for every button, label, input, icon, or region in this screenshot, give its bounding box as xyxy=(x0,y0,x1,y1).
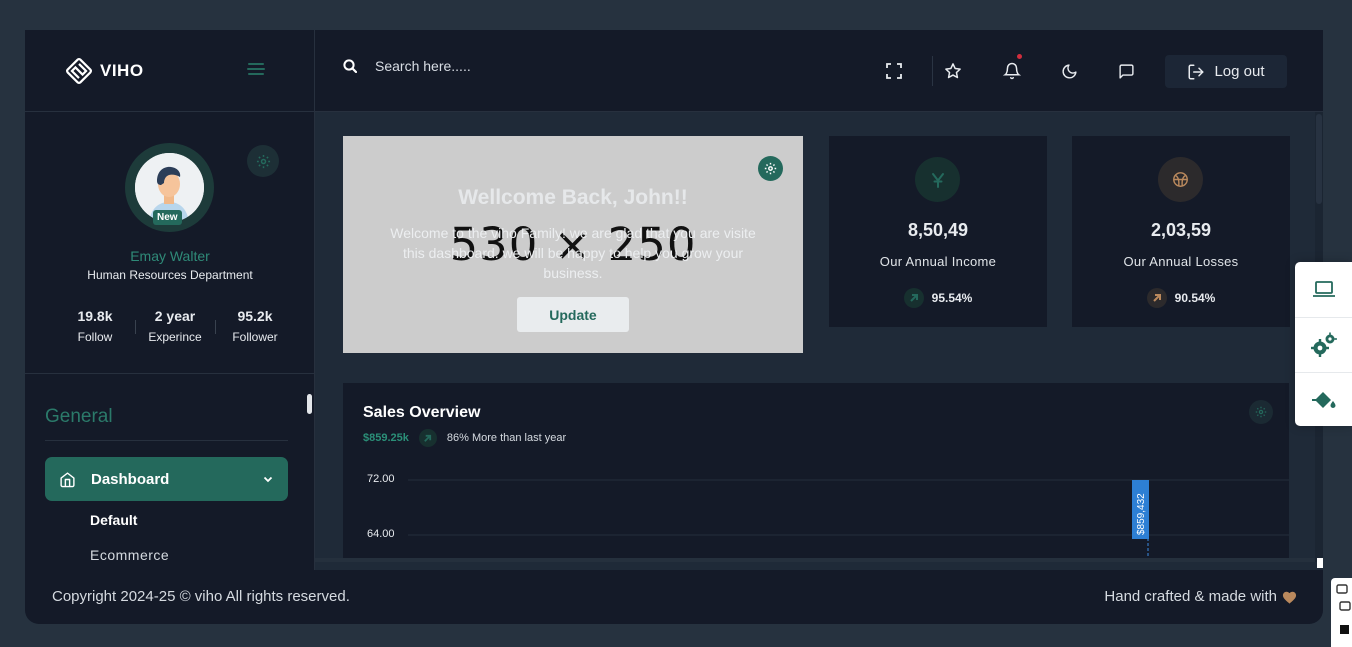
horizontal-scrollbar[interactable] xyxy=(315,558,1323,562)
menu-toggle-icon[interactable] xyxy=(247,63,265,79)
profile-name[interactable]: Emay Walter xyxy=(25,248,314,264)
chat-icon[interactable] xyxy=(1115,60,1137,82)
sidebar-item-dashboard[interactable]: Dashboard xyxy=(45,457,288,501)
stat-experience: 2 year Experince xyxy=(135,308,215,344)
star-icon[interactable] xyxy=(942,60,964,82)
card-percentage: 95.54% xyxy=(829,288,1047,308)
main-content: Wellcome Back, John!! 530 × 250 Welcome … xyxy=(315,112,1323,562)
sidebar-item-label: Dashboard xyxy=(91,470,170,488)
marker-label: $859,432 xyxy=(1136,493,1147,535)
card-label: Our Annual Losses xyxy=(1123,254,1239,269)
arrow-up-right-icon xyxy=(903,288,924,308)
welcome-title: Wellcome Back, John!! xyxy=(458,186,688,209)
gears-icon[interactable] xyxy=(1295,317,1352,371)
logo-icon xyxy=(66,58,92,84)
logout-label: Log out xyxy=(1214,63,1265,80)
header-divider xyxy=(932,56,933,86)
scrollbar-thumb[interactable] xyxy=(1316,114,1322,204)
basketball-icon xyxy=(1158,157,1203,202)
stat-follower: 95.2k Follower xyxy=(215,308,295,344)
card-value: 2,03,59 xyxy=(1150,220,1212,240)
footer-credit: Hand crafted & made with xyxy=(1104,588,1297,605)
search-input[interactable] xyxy=(375,58,575,74)
sidebar-scrollbar[interactable] xyxy=(307,394,312,414)
sidebar-subitem-ecommerce[interactable]: Ecommerce xyxy=(90,547,169,563)
card-label: Our Annual Income xyxy=(879,254,997,269)
sales-overview-card: Sales Overview $859.25k 86% More than la… xyxy=(343,383,1289,562)
y-tick-label: 72.00 xyxy=(367,473,395,485)
welcome-text: Welcome to the viho Family! we are glad … xyxy=(390,225,756,281)
update-button[interactable]: Update xyxy=(517,297,629,332)
customizer-panel xyxy=(1295,262,1352,426)
moon-icon[interactable] xyxy=(1058,60,1080,82)
nav-section-title: General xyxy=(45,406,113,427)
camera-icon xyxy=(1336,584,1351,634)
welcome-card: Wellcome Back, John!! 530 × 250 Welcome … xyxy=(343,136,803,353)
y-tick-label: 64.00 xyxy=(367,528,395,540)
corner-indicator xyxy=(1317,558,1323,568)
paint-bucket-icon[interactable] xyxy=(1295,372,1352,426)
heart-icon xyxy=(1282,591,1297,604)
copyright-text: Copyright 2024-25 © viho All rights rese… xyxy=(52,588,350,605)
fullscreen-icon[interactable] xyxy=(883,60,905,82)
logout-icon xyxy=(1188,64,1204,79)
yen-icon xyxy=(915,157,960,202)
app-frame: VIHO Search here..... Log out New Emay W… xyxy=(25,30,1323,624)
logo[interactable]: VIHO xyxy=(65,57,144,85)
profile-card: New Emay Walter Human Resources Departme… xyxy=(25,112,314,374)
losses-card: 2,03,59 Our Annual Losses 90.54% xyxy=(1072,136,1290,327)
footer: Copyright 2024-25 © viho All rights rese… xyxy=(25,570,1323,624)
card-percentage: 90.54% xyxy=(1072,288,1290,308)
logo-area: VIHO xyxy=(25,30,315,112)
card-percentage-value: 95.54% xyxy=(931,291,973,305)
laptop-icon[interactable] xyxy=(1295,262,1352,316)
arrow-up-right-icon xyxy=(1146,288,1167,308)
stat-value: 19.8k xyxy=(77,308,113,324)
search-icon[interactable] xyxy=(343,59,357,73)
profile-settings-icon[interactable] xyxy=(247,145,279,177)
card-value: 8,50,49 xyxy=(907,220,969,240)
camera-widget[interactable] xyxy=(1331,578,1352,647)
bell-icon[interactable] xyxy=(1001,54,1023,82)
stat-label: Follower xyxy=(232,330,278,344)
chevron-down-icon xyxy=(263,476,273,483)
new-badge: New xyxy=(153,210,182,225)
nav-divider xyxy=(45,440,288,441)
income-card: 8,50,49 Our Annual Income 95.54% xyxy=(829,136,1047,327)
crafted-text: Hand crafted & made with xyxy=(1104,588,1277,605)
stat-follow: 19.8k Follow xyxy=(55,308,135,344)
notification-dot xyxy=(1017,54,1022,59)
stat-value: 95.2k xyxy=(237,308,273,324)
card-percentage-value: 90.54% xyxy=(1174,291,1216,305)
stat-label: Experince xyxy=(148,330,202,344)
search-bar xyxy=(343,58,575,74)
sidebar-subitem-default[interactable]: Default xyxy=(90,512,137,528)
profile-stats: 19.8k Follow 2 year Experince 95.2k Foll… xyxy=(55,308,295,344)
gear-icon[interactable] xyxy=(758,156,783,181)
sidebar: New Emay Walter Human Resources Departme… xyxy=(25,112,315,570)
sales-chart: 72.00 64.00 $859,432 xyxy=(367,473,1289,562)
profile-department: Human Resources Department xyxy=(87,268,253,282)
stat-value: 2 year xyxy=(154,308,196,324)
top-header: VIHO Search here..... Log out xyxy=(25,30,1323,112)
home-icon xyxy=(60,471,75,487)
brand-name: VIHO xyxy=(100,61,144,80)
stat-label: Follow xyxy=(77,330,113,344)
logout-button[interactable]: Log out xyxy=(1165,55,1287,88)
